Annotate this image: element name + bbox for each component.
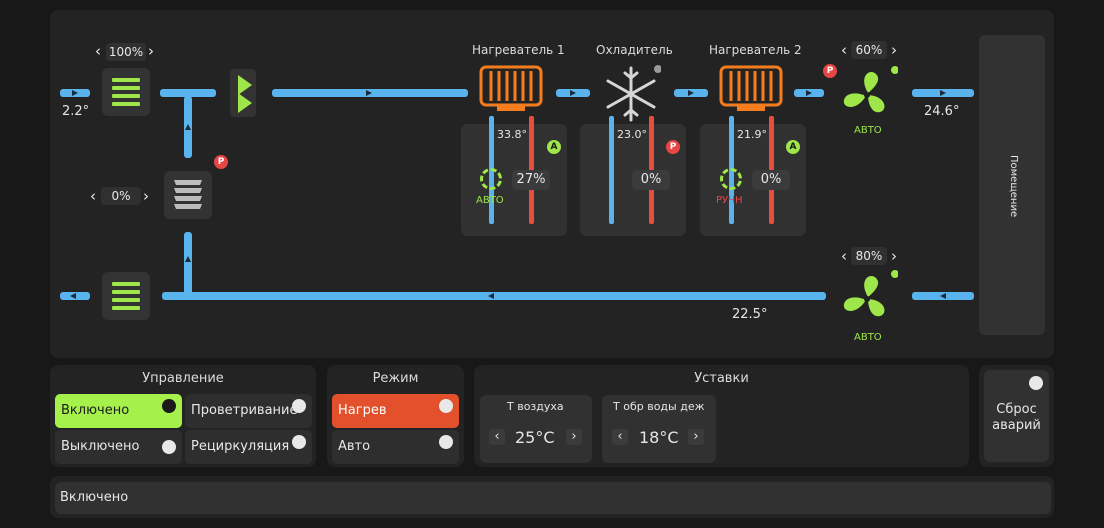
reset-alarms-label: Сброс аварий xyxy=(992,402,1041,433)
ventilation-icon xyxy=(292,399,306,413)
cooler-snowflake-icon[interactable] xyxy=(601,65,662,123)
cooler-mode-badge: P xyxy=(666,140,680,154)
heater1-valve-pct[interactable]: 27% xyxy=(512,170,550,190)
control-recirc-button[interactable]: Рециркуляция xyxy=(185,430,312,464)
supply-pipe-seg3 xyxy=(674,89,708,97)
exhaust-fan-decrease-button[interactable]: ‹ xyxy=(841,247,847,265)
cooler-valve-pct[interactable]: 0% xyxy=(632,170,670,190)
supply-fan-increase-button[interactable]: › xyxy=(891,41,897,59)
power-icon xyxy=(162,399,176,413)
setpoint-water-decrease-button[interactable]: ‹ xyxy=(612,429,628,445)
supply-fan-icon[interactable] xyxy=(838,66,899,124)
return-pipe-outlet xyxy=(60,292,90,300)
room-block[interactable]: Помещение xyxy=(979,35,1045,335)
mode-heat-label: Нагрев xyxy=(338,403,387,418)
setpoints-title: Уставки xyxy=(694,371,749,386)
supply-fan-mode: АВТО xyxy=(854,125,882,136)
status-bar: Включено xyxy=(55,482,1051,514)
intake-damper-increase-button[interactable]: › xyxy=(148,42,154,60)
setpoint-air-label: Т воздуха xyxy=(507,400,564,413)
supply-pipe-inlet xyxy=(60,89,90,97)
control-on-label: Включено xyxy=(61,403,130,418)
status-text: Включено xyxy=(60,490,129,505)
return-pipe-inlet xyxy=(912,292,974,300)
recirculation-icon xyxy=(292,435,306,449)
filter-icon[interactable] xyxy=(230,69,256,117)
heater2-water-temp: 21.9° xyxy=(737,128,767,141)
intake-damper-decrease-button[interactable]: ‹ xyxy=(95,42,101,60)
setpoint-air-decrease-button[interactable]: ‹ xyxy=(489,429,505,445)
cooler-title: Охладитель xyxy=(596,43,673,57)
power-icon xyxy=(439,435,453,449)
supply-pipe-main xyxy=(272,89,468,97)
reset-alarms-button[interactable]: Сброс аварий xyxy=(984,370,1049,462)
power-icon xyxy=(1029,376,1043,390)
exhaust-fan-increase-button[interactable]: › xyxy=(891,247,897,265)
heater2-valve-pct[interactable]: 0% xyxy=(752,170,790,190)
setpoint-water-increase-button[interactable]: › xyxy=(688,429,704,445)
supply-pipe-seg2 xyxy=(556,89,590,97)
heater1-icon[interactable] xyxy=(479,65,543,115)
heater2-title: Нагреватель 2 xyxy=(709,43,802,57)
return-temp: 22.5° xyxy=(732,307,768,322)
supply-pipe-outlet xyxy=(912,89,974,97)
supply-fan-alarm-badge: P xyxy=(823,64,837,78)
control-title: Управление xyxy=(142,371,224,386)
setpoint-water-label: Т обр воды деж xyxy=(613,400,705,413)
recirc-pipe-lower xyxy=(184,232,192,300)
control-vent-label: Проветривание xyxy=(191,403,298,418)
heater2-pump-mode: РУЧН xyxy=(716,195,743,206)
outdoor-temp: 2.2° xyxy=(62,104,90,119)
control-vent-button[interactable]: Проветривание xyxy=(185,394,312,428)
recirc-damper-increase-button[interactable]: › xyxy=(143,187,149,205)
recirc-damper-pct: 0% xyxy=(101,187,141,205)
heater1-water-temp: 33.8° xyxy=(497,128,527,141)
exhaust-fan-mode: АВТО xyxy=(854,332,882,343)
heater2-mode-badge: A xyxy=(786,140,800,154)
setpoint-water-value: 18°C xyxy=(639,428,679,447)
exhaust-damper-icon[interactable] xyxy=(102,272,150,320)
mode-title: Режим xyxy=(372,371,419,386)
intake-damper-pct: 100% xyxy=(106,43,146,61)
heater1-mode-badge: A xyxy=(547,140,561,154)
heater2-pump-icon[interactable] xyxy=(720,168,742,190)
mode-heat-button[interactable]: Нагрев xyxy=(332,394,459,428)
room-label: Помещение xyxy=(1008,155,1019,218)
recirc-pipe-upper xyxy=(184,96,192,158)
power-icon xyxy=(162,440,176,454)
supply-fan-decrease-button[interactable]: ‹ xyxy=(841,41,847,59)
setpoint-air-value: 25°C xyxy=(515,428,555,447)
exhaust-fan-pct: 80% xyxy=(851,247,887,265)
intake-damper-icon[interactable] xyxy=(102,68,150,116)
return-pipe-main xyxy=(162,292,826,300)
supply-pipe-seg4 xyxy=(794,89,824,97)
heater1-title: Нагреватель 1 xyxy=(472,43,565,57)
supply-fan-pct: 60% xyxy=(851,41,887,59)
control-on-button[interactable]: Включено xyxy=(55,394,182,428)
heater1-pump-icon[interactable] xyxy=(480,168,502,190)
control-recirc-label: Рециркуляция xyxy=(191,439,290,454)
exhaust-fan-icon[interactable] xyxy=(838,270,899,328)
control-off-button[interactable]: Выключено xyxy=(55,430,182,464)
recirc-damper-icon[interactable] xyxy=(164,171,212,219)
heater2-icon[interactable] xyxy=(719,65,783,115)
power-icon xyxy=(439,399,453,413)
supply-temp: 24.6° xyxy=(924,104,960,119)
cooler-water-temp: 23.0° xyxy=(617,128,647,141)
cooler-return-line xyxy=(609,116,614,224)
heater1-pump-mode: АВТО xyxy=(476,195,504,206)
setpoint-air-increase-button[interactable]: › xyxy=(566,429,582,445)
control-off-label: Выключено xyxy=(61,439,140,454)
recirc-damper-decrease-button[interactable]: ‹ xyxy=(90,187,96,205)
mode-auto-button[interactable]: Авто xyxy=(332,430,459,464)
recirc-alarm-badge: P xyxy=(214,155,228,169)
mode-auto-label: Авто xyxy=(338,439,371,454)
